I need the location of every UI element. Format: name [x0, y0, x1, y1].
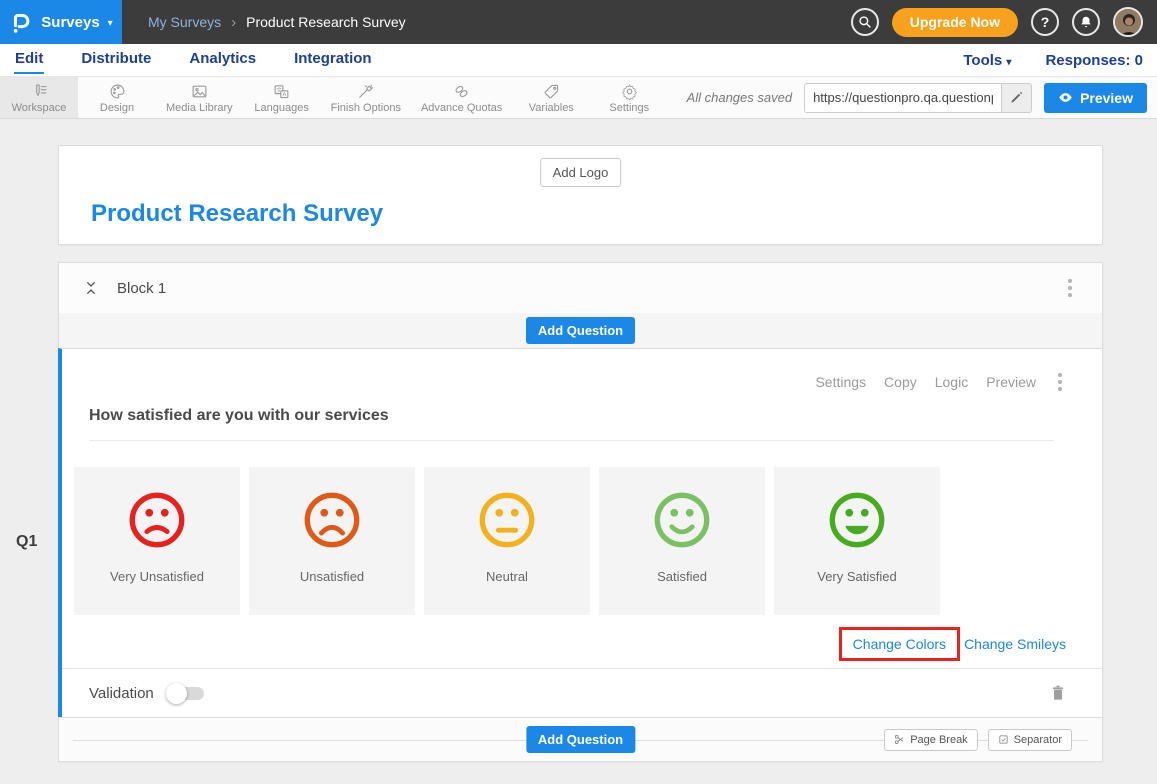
question-text[interactable]: How satisfied are you with our services	[89, 407, 1054, 441]
smiley-option-satisfied[interactable]: Satisfied	[599, 467, 765, 615]
chevron-down-icon: ▾	[108, 18, 113, 29]
notifications-button[interactable]	[1072, 8, 1100, 36]
collapse-block-button[interactable]	[83, 278, 99, 298]
media-library-icon	[191, 83, 208, 100]
delete-question-button[interactable]	[1050, 684, 1066, 702]
block-title[interactable]: Block 1	[117, 280, 166, 297]
question-actions: Settings Copy Logic Preview	[62, 369, 1066, 395]
preview-button[interactable]: Preview	[1044, 83, 1147, 113]
collapse-icon	[83, 278, 99, 298]
survey-url-input[interactable]	[805, 84, 1001, 112]
add-question-button-top[interactable]: Add Question	[526, 317, 635, 344]
chevron-down-icon: ▾	[1006, 57, 1011, 68]
tab-edit[interactable]: Edit	[14, 46, 44, 74]
finish-options-icon	[357, 83, 374, 100]
save-status: All changes saved	[687, 90, 793, 105]
questionpro-logo-icon	[9, 9, 33, 35]
page-break-button[interactable]: Page Break	[884, 729, 977, 751]
breadcrumb-separator-icon: ›	[231, 14, 236, 31]
add-question-button-bottom[interactable]: Add Question	[526, 726, 635, 753]
user-avatar[interactable]	[1113, 7, 1143, 37]
languages-icon: 文A	[273, 83, 290, 100]
toolbar-item-workspace[interactable]: Workspace	[0, 77, 78, 118]
add-logo-button[interactable]: Add Logo	[540, 158, 622, 187]
advance-quotas-icon	[453, 83, 470, 100]
tools-menu[interactable]: Tools ▾	[963, 52, 1011, 69]
checkbox-icon	[998, 734, 1009, 745]
workspace-canvas: Add Logo Product Research Survey Block 1…	[0, 119, 1157, 762]
validation-row: Validation	[62, 668, 1102, 717]
smiley-options-row: Very UnsatisfiedUnsatisfiedNeutralSatisf…	[74, 467, 1102, 615]
survey-url-group	[804, 83, 1032, 113]
bell-icon	[1079, 15, 1093, 29]
add-question-strip-bottom: Add Question Page Break Separator	[58, 717, 1103, 762]
toolbar-item-design[interactable]: Design	[78, 77, 156, 118]
help-button[interactable]: ?	[1031, 8, 1059, 36]
search-button[interactable]	[851, 8, 879, 36]
upgrade-now-button[interactable]: Upgrade Now	[892, 8, 1018, 37]
breadcrumb-current: Product Research Survey	[246, 14, 406, 30]
question-card-q1: Settings Copy Logic Preview How satisfied a…	[58, 348, 1103, 718]
smiley-option-very-satisfied[interactable]: Very Satisfied	[774, 467, 940, 615]
workspace-icon	[31, 83, 48, 100]
toolbar-item-variables[interactable]: Variables	[512, 77, 590, 118]
search-icon	[858, 15, 872, 29]
block-header: Block 1	[58, 262, 1103, 314]
pencil-icon	[1010, 91, 1023, 104]
top-navbar: Surveys ▾ My Surveys › Product Research …	[0, 0, 1157, 44]
survey-section-nav: Edit Distribute Analytics Integration Tools…	[0, 44, 1157, 76]
smiley-face-icon	[126, 489, 188, 551]
edit-url-button[interactable]	[1001, 84, 1031, 112]
toolbar-item-languages[interactable]: 文ALanguages	[243, 77, 321, 118]
smiley-option-unsatisfied[interactable]: Unsatisfied	[249, 467, 415, 615]
toolbar-item-settings[interactable]: Settings	[590, 77, 668, 118]
question-menu-button[interactable]	[1054, 369, 1066, 395]
tab-distribute[interactable]: Distribute	[80, 46, 152, 74]
smiley-face-icon	[826, 489, 888, 551]
editor-toolbar: WorkspaceDesignMedia Library文ALanguagesF…	[0, 76, 1157, 119]
variables-icon	[543, 83, 560, 100]
question-action-logic[interactable]: Logic	[935, 374, 968, 390]
change-smileys-link[interactable]: Change Smileys	[964, 636, 1066, 652]
avatar-photo	[1115, 9, 1143, 37]
question-action-copy[interactable]: Copy	[884, 374, 917, 390]
smiley-option-neutral[interactable]: Neutral	[424, 467, 590, 615]
breadcrumb-my-surveys[interactable]: My Surveys	[148, 14, 221, 30]
toolbar-item-media-library[interactable]: Media Library	[156, 77, 243, 118]
tab-integration[interactable]: Integration	[293, 46, 373, 74]
smiley-face-icon	[301, 489, 363, 551]
toolbar-item-advance-quotas[interactable]: Advance Quotas	[411, 77, 512, 118]
settings-icon	[621, 83, 638, 100]
breadcrumb: My Surveys › Product Research Survey	[148, 14, 406, 31]
trash-icon	[1050, 684, 1066, 702]
question-action-preview[interactable]: Preview	[986, 374, 1036, 390]
tab-analytics[interactable]: Analytics	[188, 46, 257, 74]
question-action-settings[interactable]: Settings	[815, 374, 866, 390]
validation-label: Validation	[89, 685, 154, 702]
validation-toggle[interactable]	[168, 687, 204, 700]
smiley-option-very-unsatisfied[interactable]: Very Unsatisfied	[74, 467, 240, 615]
scissors-icon	[894, 734, 905, 745]
smiley-face-icon	[476, 489, 538, 551]
survey-header-card: Add Logo Product Research Survey	[58, 145, 1103, 245]
svg-text:A: A	[283, 92, 287, 98]
separator-button[interactable]: Separator	[988, 729, 1072, 751]
app-logo[interactable]: Surveys ▾	[0, 0, 122, 44]
responses-count[interactable]: Responses: 0	[1045, 52, 1143, 69]
question-number-label: Q1	[16, 533, 37, 551]
block-menu-button[interactable]	[1064, 275, 1076, 301]
add-question-strip-top: Add Question	[58, 313, 1103, 349]
product-name: Surveys	[41, 14, 99, 31]
design-icon	[109, 83, 126, 100]
survey-title[interactable]: Product Research Survey	[91, 200, 383, 228]
smiley-face-icon	[651, 489, 713, 551]
change-colors-link[interactable]: Change Colors	[839, 627, 960, 661]
eye-icon	[1058, 90, 1073, 105]
toolbar-item-finish-options[interactable]: Finish Options	[321, 77, 411, 118]
